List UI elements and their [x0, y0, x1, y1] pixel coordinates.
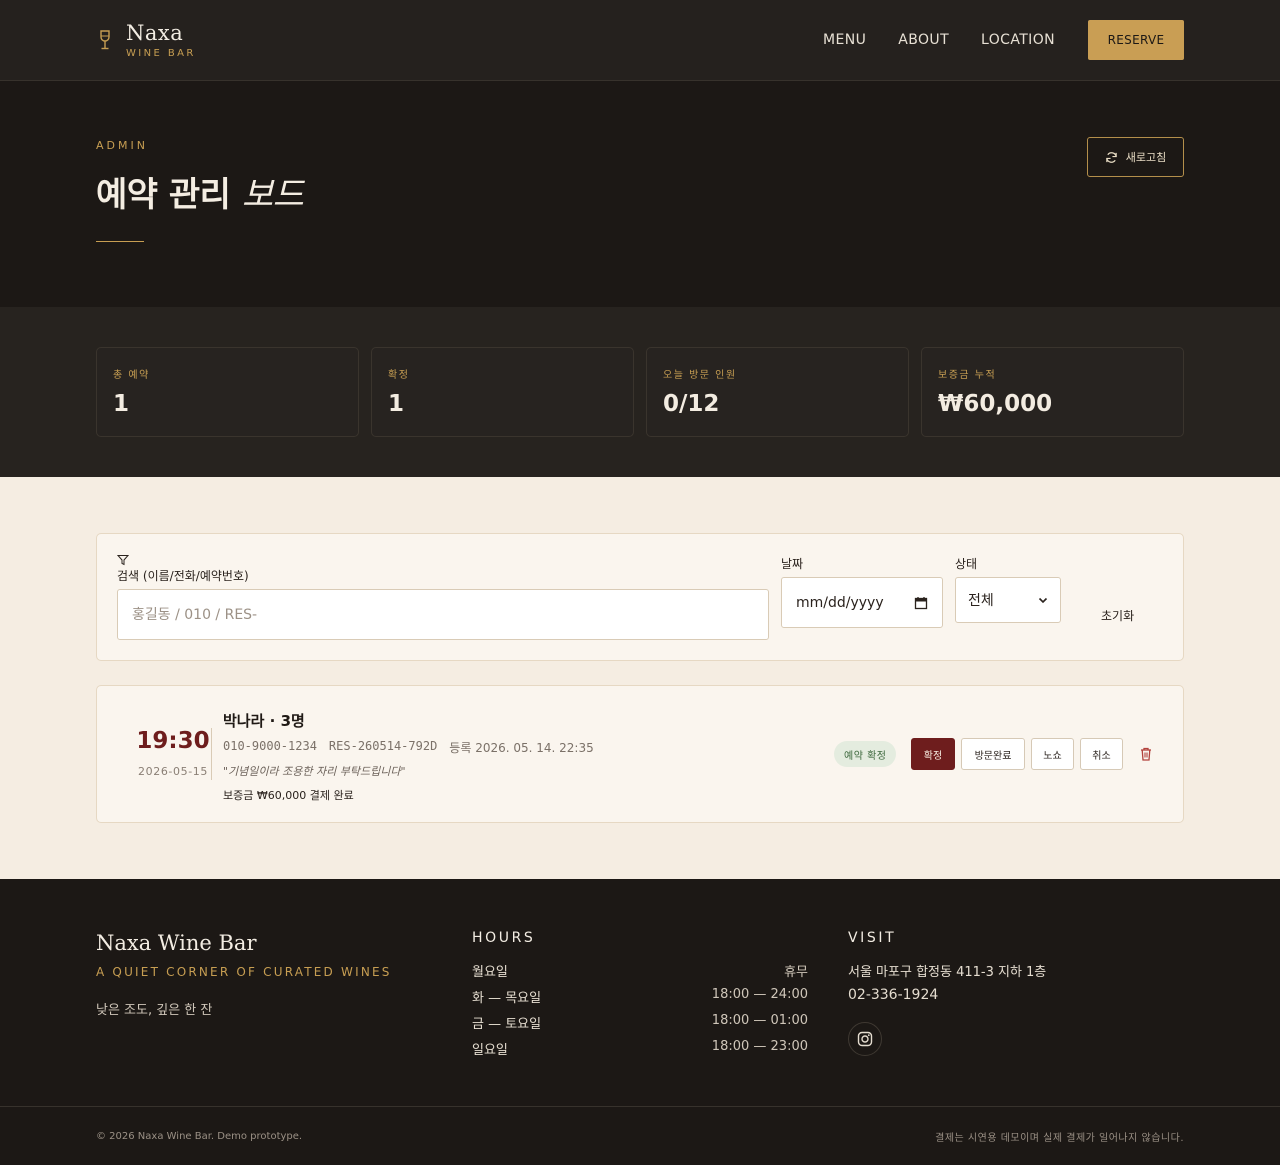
instagram-link[interactable]: [848, 1022, 882, 1056]
footer: Naxa Wine Bar A QUIET CORNER OF CURATED …: [0, 879, 1280, 1107]
status-select[interactable]: 전체: [955, 577, 1061, 623]
refresh-label: 새로고침: [1125, 151, 1167, 164]
nav-location-link[interactable]: LOCATION: [981, 32, 1055, 48]
payment-notice: 결제는 시연용 데모이며 실제 결제가 일어나지 않습니다.: [935, 1132, 1184, 1144]
no-show-button[interactable]: 노쇼: [1031, 738, 1074, 770]
page-title-main: 예약 관리: [96, 175, 231, 215]
reservation-meta: 010-9000-1234 RES-260514-792D 등록 2026. 0…: [223, 739, 594, 756]
logo[interactable]: Naxa WINE BAR: [96, 22, 196, 59]
search-label: 검색 (이름/전화/예약번호): [117, 569, 249, 583]
date-value: mm/dd/yyyy: [796, 594, 884, 611]
main-content: 검색 (이름/전화/예약번호) 날짜 mm/dd/yyyy 상태 전체 초기화: [0, 477, 1280, 879]
stat-value: 0/12: [663, 391, 720, 417]
hours-time: 휴무: [784, 965, 808, 980]
deposit-status: 보증금 ₩60,000 결제 완료: [223, 789, 354, 802]
stat-value: ₩60,000: [938, 391, 1053, 417]
hours-row: 금 — 토요일 18:00 — 01:00: [472, 1013, 808, 1039]
hours-time: 18:00 — 24:00: [711, 987, 808, 1002]
refresh-button[interactable]: 새로고침: [1087, 137, 1184, 177]
cancel-button[interactable]: 취소: [1080, 738, 1123, 770]
phone-number: 02-336-1924: [848, 987, 939, 1003]
main-nav: MENU ABOUT LOCATION: [823, 32, 1055, 48]
status-label: 상태: [955, 557, 978, 571]
footer-description: 낮은 조도, 깊은 한 잔: [96, 1003, 213, 1018]
page-title: 예약 관리 보드: [96, 167, 304, 216]
registered-at: 등록 2026. 05. 14. 22:35: [449, 741, 594, 755]
stat-label: 총 예약: [113, 370, 150, 381]
filter-icon: [117, 555, 129, 566]
visit-heading: VISIT: [848, 930, 897, 946]
hours-row: 일요일 18:00 — 23:00: [472, 1039, 808, 1065]
footer-tagline: A QUIET CORNER OF CURATED WINES: [96, 965, 392, 979]
refresh-icon: [1106, 151, 1117, 163]
calendar-icon[interactable]: [914, 596, 928, 610]
filter-panel: 검색 (이름/전화/예약번호) 날짜 mm/dd/yyyy 상태 전체 초기화: [96, 533, 1184, 661]
hours-day: 월요일: [472, 965, 508, 980]
status-badge: 예약 확정: [834, 741, 897, 767]
stat-value: 1: [113, 391, 130, 417]
page-title-emphasis: 보드: [241, 175, 304, 215]
logo-subtitle: WINE BAR: [126, 47, 196, 59]
hours-day: 일요일: [472, 1043, 508, 1058]
visited-button[interactable]: 방문완료: [961, 738, 1025, 770]
page-eyebrow: ADMIN: [96, 139, 148, 152]
hours-row: 화 — 목요일 18:00 — 24:00: [472, 987, 808, 1013]
title-divider: [96, 241, 144, 242]
reservation-time: 19:30: [136, 728, 210, 754]
hours-row: 월요일 휴무: [472, 961, 808, 987]
top-navbar: Naxa WINE BAR MENU ABOUT LOCATION RESERV…: [0, 0, 1280, 81]
stat-card-total: 총 예약 1: [96, 347, 359, 437]
guest-name-text: 박나라: [223, 712, 265, 730]
stat-card-today-guests: 오늘 방문 인원 0/12: [646, 347, 909, 437]
visit-info: 서울 마포구 합정동 411-3 지하 1층 02-336-1924: [848, 961, 1046, 1007]
logo-name: Naxa: [126, 20, 184, 45]
hours-time: 18:00 — 23:00: [711, 1039, 808, 1054]
confirm-button[interactable]: 확정: [911, 738, 955, 770]
stat-card-confirmed: 확정 1: [371, 347, 634, 437]
hours-time: 18:00 — 01:00: [711, 1013, 808, 1028]
bottom-bar: © 2026 Naxa Wine Bar. Demo prototype. 결제…: [0, 1107, 1280, 1165]
hours-heading: HOURS: [472, 930, 536, 946]
guest-phone: 010-9000-1234: [223, 739, 317, 753]
reserve-button[interactable]: RESERVE: [1088, 20, 1184, 60]
reservation-date: 2026-05-15: [138, 765, 208, 778]
copyright: © 2026 Naxa Wine Bar. Demo prototype.: [96, 1130, 303, 1142]
stat-value: 1: [388, 391, 405, 417]
stats-section: 총 예약 1 확정 1 오늘 방문 인원 0/12 보증금 누적 ₩60,000: [0, 307, 1280, 477]
status-select-value: 전체: [968, 593, 994, 609]
page-header: ADMIN 예약 관리 보드 새로고침: [0, 81, 1280, 307]
search-input[interactable]: [117, 589, 769, 640]
instagram-icon: [857, 1031, 873, 1047]
chevron-down-icon: [1038, 597, 1048, 604]
nav-menu-link[interactable]: MENU: [823, 32, 866, 48]
guest-note: "기념일이라 조용한 자리 부탁드립니다": [223, 765, 406, 778]
stat-label: 보증금 누적: [938, 370, 997, 381]
reservation-card: 19:30 2026-05-15 박나라 · 3명 010-9000-1234 …: [96, 685, 1184, 823]
hours-day: 금 — 토요일: [472, 1017, 542, 1032]
date-field[interactable]: mm/dd/yyyy: [781, 577, 943, 628]
stat-label: 확정: [388, 370, 410, 381]
party-size: 3명: [280, 712, 305, 730]
nav-about-link[interactable]: ABOUT: [898, 32, 949, 48]
reset-button[interactable]: 초기화: [1101, 607, 1134, 624]
date-label: 날짜: [781, 557, 804, 571]
trash-icon[interactable]: [1138, 746, 1154, 762]
hours-day: 화 — 목요일: [472, 991, 542, 1006]
wine-glass-icon: [100, 30, 110, 50]
footer-brand: Naxa Wine Bar: [96, 931, 257, 955]
card-divider: [211, 728, 212, 780]
stat-card-deposit: 보증금 누적 ₩60,000: [921, 347, 1184, 437]
hours-list: 월요일 휴무 화 — 목요일 18:00 — 24:00 금 — 토요일 18:00 …: [472, 961, 808, 1065]
address: 서울 마포구 합정동 411-3 지하 1층: [848, 965, 1047, 980]
reservation-code: RES-260514-792D: [328, 739, 438, 753]
stat-label: 오늘 방문 인원: [663, 370, 737, 381]
guest-name: 박나라 · 3명: [223, 712, 305, 730]
